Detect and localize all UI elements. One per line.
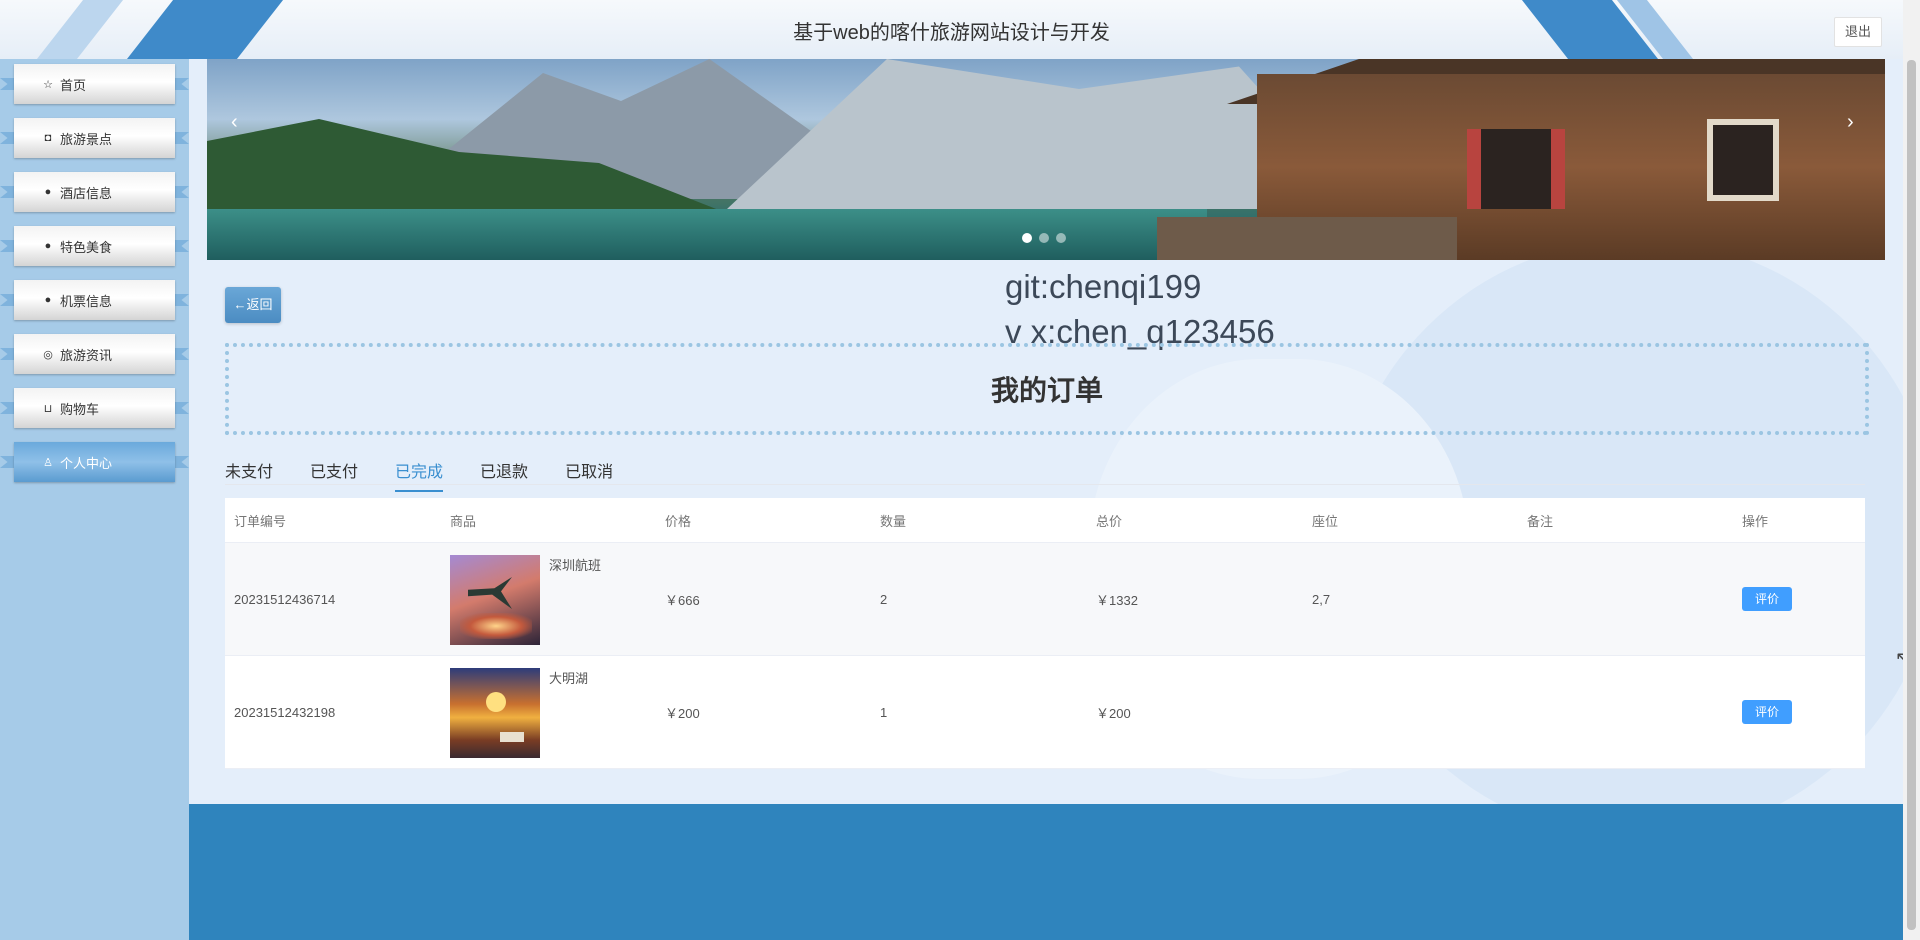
sidebar-item-home[interactable]: ☆ 首页	[0, 60, 189, 108]
goods-name: 深圳航班	[549, 558, 602, 573]
sidebar-button[interactable]: ◘ 旅游景点	[14, 118, 175, 158]
column-header: 总价	[1096, 513, 1123, 529]
banner-cabin-window	[1707, 119, 1779, 201]
orders-table: 订单编号 商品 价格 数量 总价 座位 备注 操作 20231512436714…	[225, 498, 1865, 769]
user-icon: ♙	[43, 456, 53, 469]
sidebar-item-label: 酒店信息	[60, 185, 113, 201]
column-header: 座位	[1312, 513, 1339, 529]
sidebar-item-label: 旅游景点	[60, 131, 113, 147]
column-header: 备注	[1527, 513, 1554, 529]
total-price: ￥200	[1096, 705, 1131, 721]
table-row: 20231512436714 深圳航班 ￥666 2 ￥1332 2,7 评价	[225, 543, 1865, 656]
info-circle-icon: ●	[44, 294, 52, 306]
thumbnail-boat	[500, 732, 524, 742]
quantity: 1	[880, 704, 888, 720]
table-row: 20231512432198 大明湖 ￥200 1 ￥200 评价	[225, 656, 1865, 769]
column-header: 数量	[880, 513, 907, 529]
sidebar-item-label: 个人中心	[60, 455, 113, 471]
banner-cabin-window	[1467, 129, 1565, 209]
column-header: 操作	[1742, 513, 1769, 529]
sidebar-item-label: 特色美食	[60, 239, 113, 255]
sidebar-button[interactable]: ♙ 个人中心	[14, 442, 175, 482]
carousel-indicators	[1022, 233, 1066, 243]
order-number: 20231512436714	[234, 591, 336, 607]
column-header: 商品	[450, 513, 477, 529]
carousel-dot[interactable]	[1039, 233, 1049, 243]
sidebar-button[interactable]: ☆ 首页	[14, 64, 175, 104]
sidebar-item-label: 旅游资讯	[60, 347, 113, 363]
sidebar-item-label: 机票信息	[60, 293, 113, 309]
sidebar-button[interactable]: ⊔ 购物车	[14, 388, 175, 428]
main-content: ‹ › ←返回 git:chenqi199 v x:chen_q123456 我…	[189, 59, 1903, 804]
sidebar-item-cart[interactable]: ⊔ 购物车	[0, 384, 189, 432]
info-circle-icon: ●	[44, 186, 52, 198]
order-number: 20231512432198	[234, 704, 336, 720]
goods-thumbnail	[450, 555, 540, 645]
column-header: 价格	[665, 513, 692, 529]
page-title-box: 我的订单	[225, 343, 1869, 435]
carousel-prev-arrow-icon[interactable]: ‹	[231, 111, 238, 134]
vertical-scrollbar[interactable]	[1903, 0, 1920, 940]
goods-thumbnail	[450, 668, 540, 758]
thumbnail-glow	[460, 613, 532, 639]
sidebar: ☆ 首页 ◘ 旅游景点 ● 酒店信息 ● 特色美食 ● 机票信息 ◎ 旅游资讯 …	[0, 59, 189, 940]
cart-icon: ⊔	[43, 402, 53, 415]
action-cell: 评价	[1742, 656, 1792, 768]
tab-cancelled[interactable]: 已取消	[565, 458, 613, 492]
banner-deck	[1157, 217, 1457, 260]
sidebar-item-attractions[interactable]: ◘ 旅游景点	[0, 114, 189, 162]
goods-name: 大明湖	[549, 671, 589, 686]
star-icon: ☆	[43, 78, 53, 91]
sidebar-item-label: 首页	[60, 77, 87, 93]
sidebar-button[interactable]: ● 酒店信息	[14, 172, 175, 212]
sidebar-item-hotels[interactable]: ● 酒店信息	[0, 168, 189, 216]
carousel-dot[interactable]	[1056, 233, 1066, 243]
page-footer	[189, 804, 1903, 940]
watermark-line: git:chenqi199	[1005, 268, 1202, 305]
watermark-text: git:chenqi199 v x:chen_q123456	[1005, 264, 1275, 354]
thumbnail-sun	[486, 692, 506, 712]
review-button[interactable]: 评价	[1742, 587, 1792, 611]
sidebar-button[interactable]: ◎ 旅游资讯	[14, 334, 175, 374]
tab-completed[interactable]: 已完成	[395, 458, 444, 492]
logout-button[interactable]: 退出	[1834, 17, 1882, 47]
sidebar-button[interactable]: ● 特色美食	[14, 226, 175, 266]
price: ￥200	[665, 705, 700, 721]
sidebar-item-food[interactable]: ● 特色美食	[0, 222, 189, 270]
globe-icon: ◎	[43, 348, 53, 361]
tab-paid[interactable]: 已支付	[310, 458, 358, 492]
seat: 2,7	[1312, 591, 1331, 607]
airplane-icon	[468, 577, 512, 609]
sidebar-item-profile[interactable]: ♙ 个人中心	[0, 438, 189, 486]
mouse-cursor-icon: ↖	[1895, 648, 1903, 668]
tab-unpaid[interactable]: 未支付	[225, 458, 273, 492]
carousel-next-arrow-icon[interactable]: ›	[1847, 111, 1854, 134]
page-title: 我的订单	[990, 375, 1103, 406]
banner-carousel[interactable]: ‹ ›	[207, 59, 1885, 260]
sidebar-button[interactable]: ● 机票信息	[14, 280, 175, 320]
price: ￥666	[665, 592, 700, 608]
scrollbar-thumb[interactable]	[1907, 60, 1916, 930]
column-header: 订单编号	[234, 513, 287, 529]
carousel-dot[interactable]	[1022, 233, 1032, 243]
order-status-tabs: 未支付 已支付 已完成 已退款 已取消	[225, 458, 613, 492]
question-circle-icon: ●	[44, 240, 52, 252]
sidebar-item-label: 购物车	[60, 401, 100, 417]
site-title: 基于web的喀什旅游网站设计与开发	[793, 22, 1110, 44]
action-cell: 评价	[1742, 543, 1792, 655]
top-header: 基于web的喀什旅游网站设计与开发 退出	[0, 0, 1903, 59]
table-header-row: 订单编号 商品 价格 数量 总价 座位 备注 操作	[225, 498, 1865, 543]
bag-icon: ◘	[44, 132, 52, 144]
sidebar-item-news[interactable]: ◎ 旅游资讯	[0, 330, 189, 378]
sidebar-item-flights[interactable]: ● 机票信息	[0, 276, 189, 324]
review-button[interactable]: 评价	[1742, 700, 1792, 724]
total-price: ￥1332	[1096, 592, 1138, 608]
tab-refunded[interactable]: 已退款	[480, 458, 528, 492]
quantity: 2	[880, 591, 888, 607]
tabs-divider	[225, 484, 1865, 485]
back-button[interactable]: ←返回	[225, 287, 281, 323]
